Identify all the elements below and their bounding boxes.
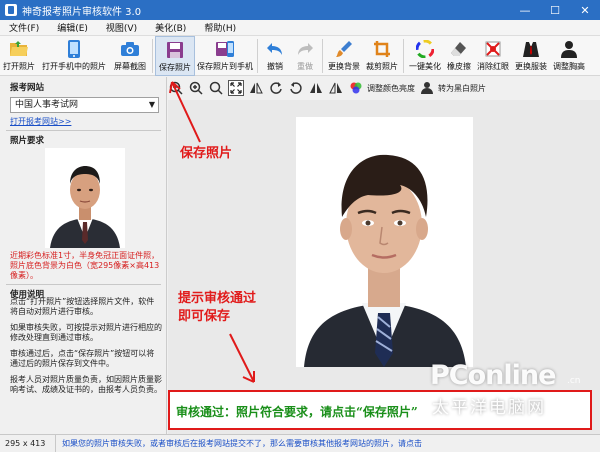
pconline-watermark: PConline .cn 太平洋电脑网: [422, 356, 600, 418]
save-annotation: 保存照片: [180, 146, 233, 161]
watermark-brand: PConline: [430, 360, 556, 391]
watermark-domain: .cn: [567, 376, 581, 386]
status-message[interactable]: 如果您的照片审核失败，或者审核后在报考网站提交不了，那么需要审核其他报考网站的照…: [56, 438, 422, 449]
pass-tip-line2: 即可保存: [178, 309, 231, 324]
status-bar: 295 x 413 如果您的照片审核失败，或者审核后在报考网站提交不了，那么需要…: [0, 434, 600, 452]
watermark-subtitle: 太平洋电脑网: [432, 398, 546, 418]
photo-dimensions: 295 x 413: [0, 435, 56, 452]
pass-tip-line1: 提示审核通过: [178, 291, 257, 306]
